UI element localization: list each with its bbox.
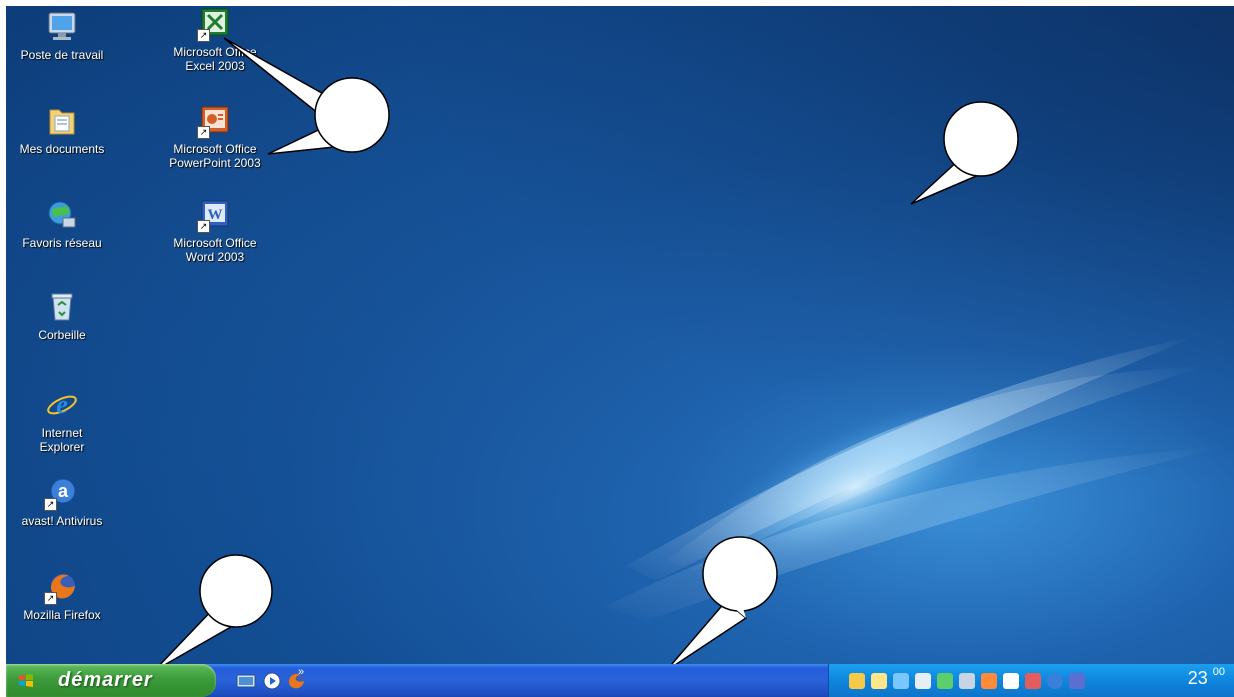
taskbar[interactable]: démarrer » 23 00	[6, 664, 1234, 697]
show-desktop-icon[interactable]	[236, 671, 256, 691]
desktop-icon-mozilla-firefox[interactable]: ↗ Mozilla Firefox	[6, 570, 125, 622]
recycle-bin-icon	[45, 290, 79, 324]
desktop-icon-word[interactable]: W ↗ Microsoft Office Word 2003	[152, 198, 278, 264]
shortcut-arrow-icon: ↗	[197, 220, 210, 233]
callout-start-button	[153, 554, 273, 672]
shortcut-arrow-icon: ↗	[44, 498, 57, 511]
tray-app-icon[interactable]	[981, 673, 997, 689]
shortcut-arrow-icon: ↗	[44, 592, 57, 605]
desktop-icon-internet-explorer[interactable]: e Internet Explorer	[6, 388, 125, 454]
sync-icon[interactable]	[893, 673, 909, 689]
tray-app-icon[interactable]	[1003, 673, 1019, 689]
system-tray: 23 00	[828, 664, 1234, 697]
svg-text:a: a	[58, 481, 69, 501]
desktop-icon-label: Internet	[41, 426, 83, 440]
callout-taskbar	[665, 536, 778, 672]
clock[interactable]: 23 00	[1187, 666, 1225, 689]
start-button-label: démarrer	[58, 669, 153, 691]
desktop-icon-label: Word 2003	[185, 250, 245, 264]
windows-logo-icon	[19, 674, 33, 687]
internet-explorer-icon: e	[45, 388, 79, 422]
tray-app-icon[interactable]	[937, 673, 953, 689]
svg-text:e: e	[56, 390, 68, 419]
desktop-icon-corbeille[interactable]: Corbeille	[6, 290, 125, 342]
desktop-icon-label: Mozilla Firefox	[23, 608, 101, 622]
volume-icon[interactable]	[1069, 673, 1085, 689]
desktop-icon-label: Favoris réseau	[22, 236, 102, 250]
firefox-icon: ↗	[44, 570, 79, 605]
desktop[interactable]: Poste de travail ↗ Microsoft Office Exce…	[6, 6, 1234, 697]
media-player-icon[interactable]	[262, 671, 282, 691]
desktop-icon-label: Corbeille	[38, 328, 86, 342]
avast-tray-icon[interactable]	[1047, 673, 1063, 689]
clock-minute: 00	[1212, 666, 1225, 678]
tray-app-icon[interactable]	[959, 673, 975, 689]
desktop-icon-label: avast! Antivirus	[21, 514, 103, 528]
desktop-icon-label: Explorer	[39, 440, 85, 454]
tray-app-icon[interactable]	[1025, 673, 1041, 689]
warning-icon[interactable]	[871, 673, 887, 689]
quicklaunch-overflow-chevron[interactable]: »	[298, 666, 304, 678]
tray-app-icon[interactable]	[915, 673, 931, 689]
network-connection-icon[interactable]	[849, 673, 865, 689]
avast-icon: a ↗	[44, 476, 79, 511]
desktop-icon-avast[interactable]: a ↗ avast! Antivirus	[6, 476, 125, 528]
desktop-icon-label: Microsoft Office	[173, 236, 257, 250]
clock-hour: 23	[1187, 668, 1208, 688]
callout-icons	[223, 37, 390, 155]
callout-desktop	[910, 101, 1019, 205]
start-button[interactable]: démarrer	[6, 664, 216, 697]
